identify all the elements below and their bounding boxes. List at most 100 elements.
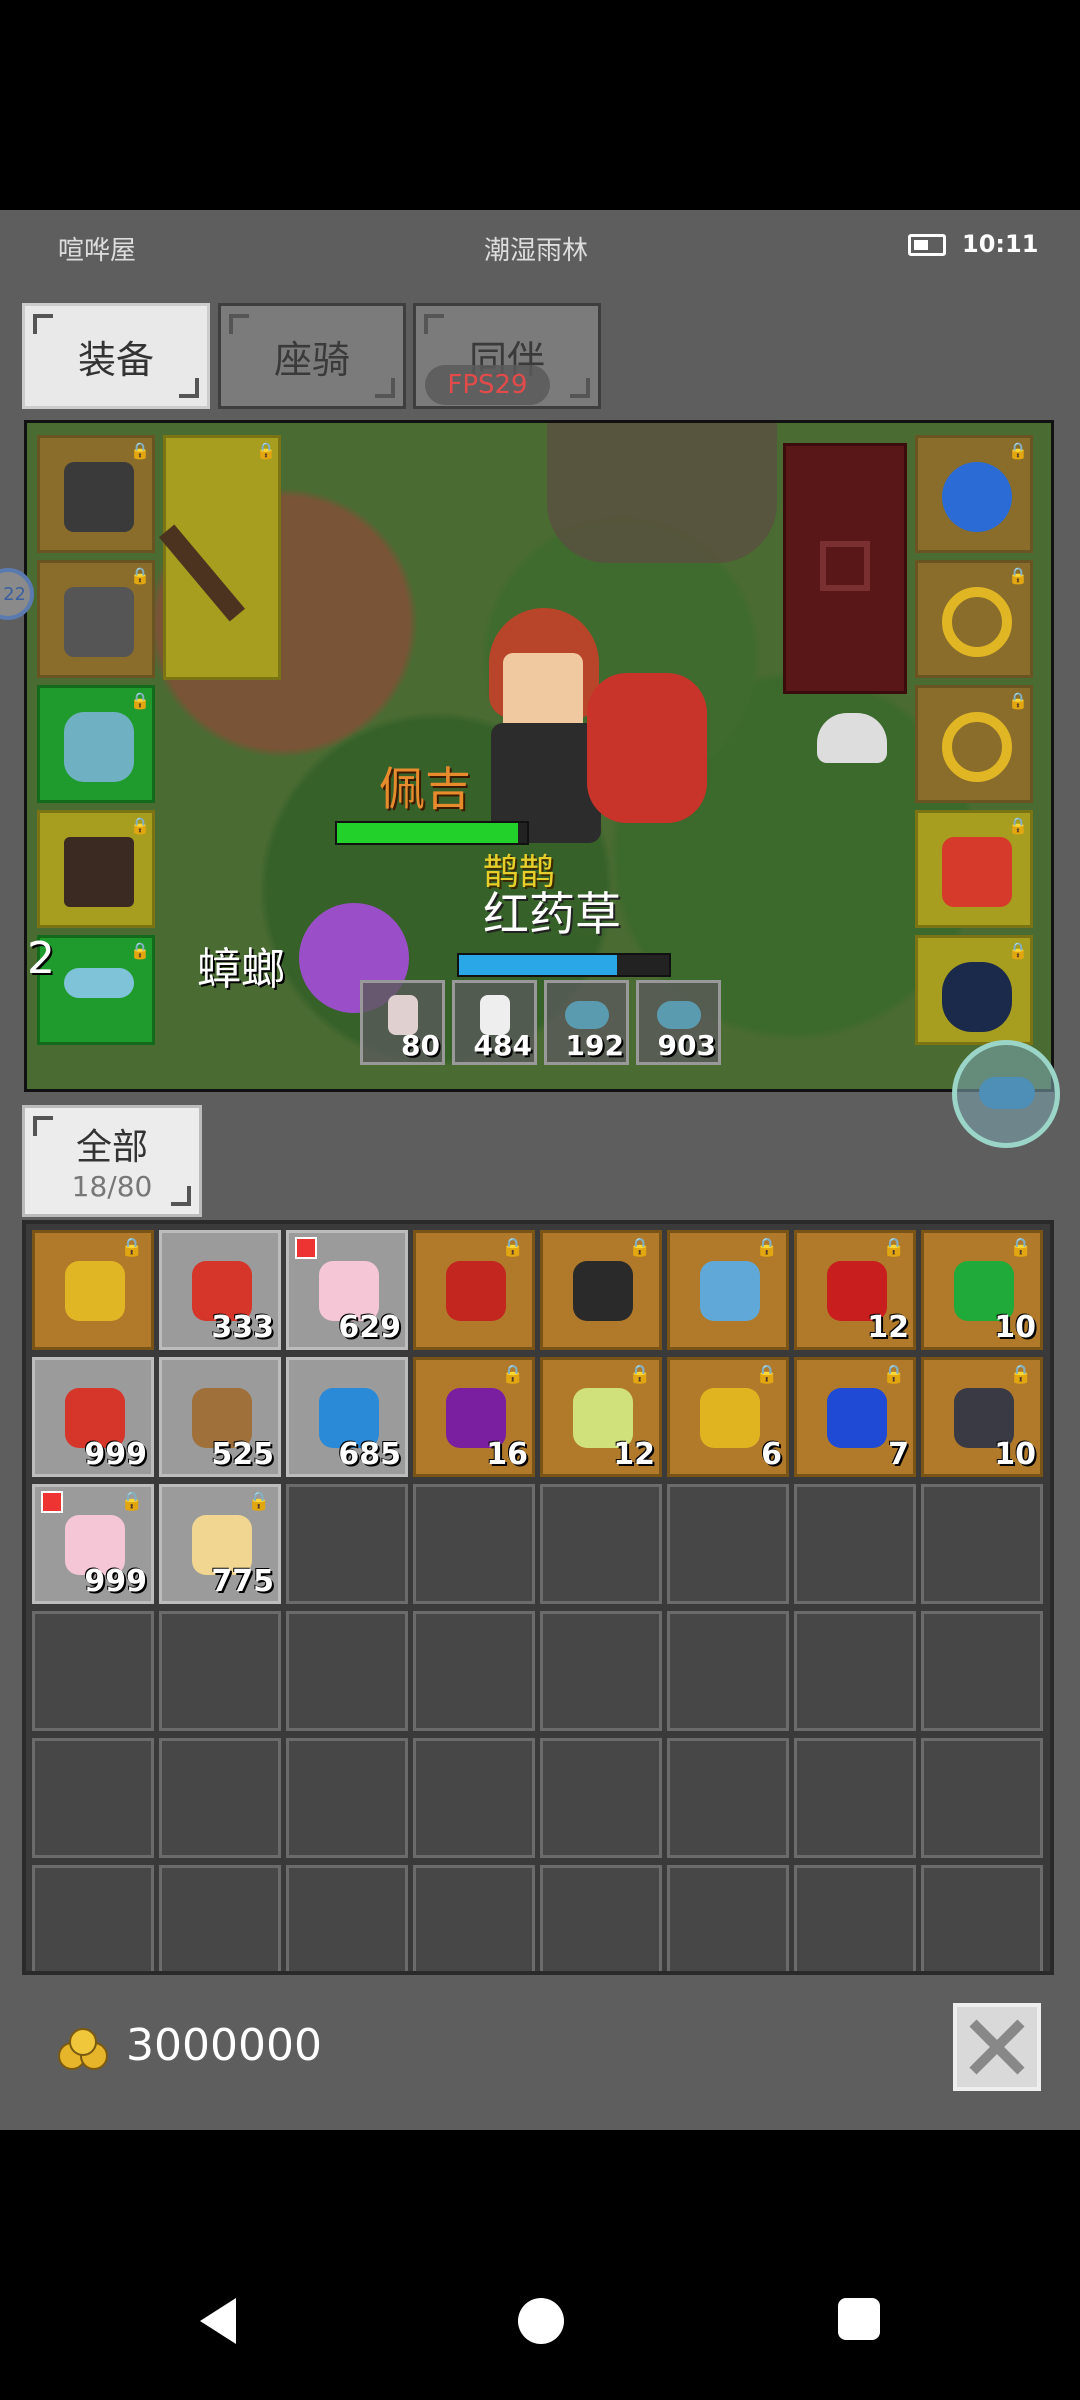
black-armor-icon	[573, 1261, 633, 1321]
inventory-item[interactable]: 🔒	[32, 1230, 154, 1350]
quick-slot-4[interactable]: 903	[636, 980, 721, 1065]
empty-slot[interactable]	[286, 1738, 408, 1858]
empty-slot[interactable]	[921, 1738, 1043, 1858]
blue-spear-icon	[700, 1261, 760, 1321]
empty-slot[interactable]	[286, 1484, 408, 1604]
lock-icon: 🔒	[755, 1237, 778, 1258]
lock-icon: 🔒	[882, 1364, 905, 1385]
slot-boots[interactable]: 🔒	[37, 810, 155, 928]
quick-slot-count: 903	[657, 1029, 716, 1062]
enemy-name: 蟑螂	[197, 944, 285, 995]
game-scene[interactable]: 🔒 🔒 🔒 🔒 🔒 🔒 🔒 🔒 🔒 🔒 🔒 佩吉 鹊鹊 红药草 2 蟑螂	[24, 420, 1054, 1092]
cloud-icon	[979, 1077, 1035, 1109]
empty-slot[interactable]	[540, 1611, 662, 1731]
tab-mount[interactable]: 座骑	[218, 303, 406, 409]
empty-slot[interactable]	[286, 1611, 408, 1731]
empty-slot[interactable]	[159, 1738, 281, 1858]
empty-slot[interactable]	[667, 1611, 789, 1731]
map-name: 潮湿雨林	[484, 236, 589, 266]
empty-slot[interactable]	[921, 1611, 1043, 1731]
inventory-grid: 🔒 333 629 🔒 🔒 🔒 🔒 12 🔒 10 999 525 685 🔒 16 🔒 12 🔒 6 🔒 7 🔒 10 🔒 9…	[22, 1220, 1054, 1975]
fps-counter: FPS29	[425, 365, 550, 405]
quick-slot-1[interactable]: 80	[360, 980, 445, 1065]
empty-slot[interactable]	[540, 1865, 662, 1971]
inventory-item[interactable]: 🔒 7	[794, 1357, 916, 1477]
empty-slot[interactable]	[32, 1865, 154, 1971]
portal-door[interactable]	[783, 443, 907, 694]
empty-slot[interactable]	[921, 1865, 1043, 1971]
empty-slot[interactable]	[667, 1738, 789, 1858]
slot-pet-penguin[interactable]: 🔒	[915, 935, 1033, 1045]
tab-label: 座骑	[273, 337, 350, 382]
empty-slot[interactable]	[667, 1484, 789, 1604]
red-blade-icon	[446, 1261, 506, 1321]
empty-slot[interactable]	[413, 1611, 535, 1731]
empty-slot[interactable]	[794, 1484, 916, 1604]
empty-slot[interactable]	[413, 1738, 535, 1858]
back-icon[interactable]	[196, 2296, 240, 2346]
slot-body-armor[interactable]: 🔒	[37, 560, 155, 678]
home-icon[interactable]	[518, 2298, 564, 2344]
empty-slot[interactable]	[413, 1484, 535, 1604]
inventory-item[interactable]: 🔒 12	[540, 1357, 662, 1477]
empty-slot[interactable]	[921, 1484, 1043, 1604]
inventory-item[interactable]: 🔒	[667, 1230, 789, 1350]
empty-slot[interactable]	[794, 1865, 916, 1971]
yellow-gem-icon	[700, 1388, 760, 1448]
inventory-item[interactable]: 🔒	[413, 1230, 535, 1350]
mp-bar	[457, 953, 671, 977]
cloud-button[interactable]	[952, 1040, 1060, 1148]
lock-icon: 🔒	[130, 816, 150, 835]
empty-slot[interactable]	[540, 1738, 662, 1858]
slot-head-armor[interactable]: 🔒	[37, 435, 155, 553]
lock-icon: 🔒	[130, 691, 150, 710]
inventory-item[interactable]: 333	[159, 1230, 281, 1350]
slot-necklace[interactable]: 🔒	[915, 435, 1033, 553]
inventory-item[interactable]: 🔒	[540, 1230, 662, 1350]
golden-sword-icon	[65, 1261, 125, 1321]
empty-slot[interactable]	[286, 1865, 408, 1971]
slot-weapon[interactable]: 🔒	[158, 435, 281, 680]
empty-slot[interactable]	[32, 1611, 154, 1731]
inventory-item[interactable]: 685	[286, 1357, 408, 1477]
empty-slot[interactable]	[159, 1865, 281, 1971]
slot-gloves[interactable]: 🔒	[37, 685, 155, 803]
item-count: 775	[211, 1564, 274, 1599]
empty-slot[interactable]	[413, 1865, 535, 1971]
inventory-item[interactable]: 🔒 10	[921, 1357, 1043, 1477]
inventory-item[interactable]: 🔒 12	[794, 1230, 916, 1350]
slot-pet-dragon[interactable]: 🔒	[915, 810, 1033, 928]
inventory-item[interactable]: 🔒 10	[921, 1230, 1043, 1350]
empty-slot[interactable]	[540, 1484, 662, 1604]
slot-ring-2[interactable]: 🔒	[915, 685, 1033, 803]
empty-slot[interactable]	[159, 1611, 281, 1731]
empty-slot[interactable]	[32, 1738, 154, 1858]
player-face	[503, 653, 583, 733]
inventory-item[interactable]: 629	[286, 1230, 408, 1350]
item-count: 999	[84, 1437, 147, 1472]
lock-icon: 🔒	[1008, 566, 1028, 585]
empty-slot[interactable]	[667, 1865, 789, 1971]
inventory-item[interactable]: 999	[32, 1357, 154, 1477]
tab-equipment[interactable]: 装备	[22, 303, 210, 409]
inventory-item[interactable]: 🔒 775	[159, 1484, 281, 1604]
empty-slot[interactable]	[794, 1738, 916, 1858]
quick-slot-2[interactable]: 484	[452, 980, 537, 1065]
slot-ring-1[interactable]: 🔒	[915, 560, 1033, 678]
target-name: 红药草	[483, 887, 621, 941]
recents-icon[interactable]	[838, 2298, 880, 2340]
lock-icon: 🔒	[120, 1491, 143, 1512]
lock-icon: 🔒	[130, 441, 150, 460]
empty-slot[interactable]	[794, 1611, 916, 1731]
close-button[interactable]	[953, 2003, 1041, 2091]
dragon-mount	[587, 673, 707, 823]
lock-icon: 🔒	[1009, 1364, 1032, 1385]
quick-slot-count: 80	[401, 1029, 440, 1062]
inventory-item[interactable]: 🔒 16	[413, 1357, 535, 1477]
quick-slot-3[interactable]: 192	[544, 980, 629, 1065]
inventory-item[interactable]: 🔒 999	[32, 1484, 154, 1604]
inventory-item[interactable]: 525	[159, 1357, 281, 1477]
inventory-item[interactable]: 🔒 6	[667, 1357, 789, 1477]
tab-label: 装备	[77, 337, 154, 382]
filter-button[interactable]: 全部 18/80	[22, 1105, 202, 1217]
